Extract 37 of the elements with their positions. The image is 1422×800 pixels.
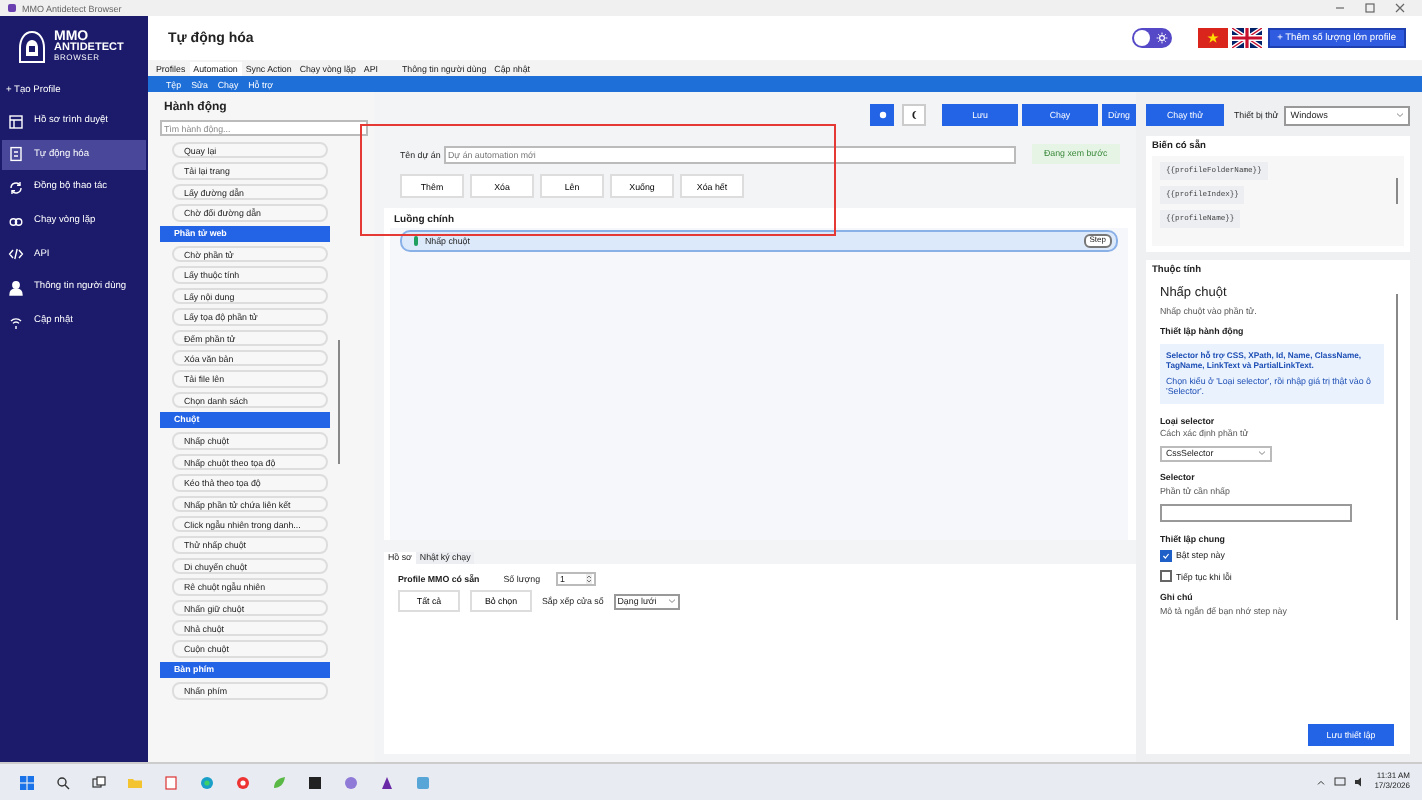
spinner-arrows-icon[interactable] <box>586 574 593 584</box>
document-icon[interactable] <box>164 775 178 789</box>
flag-icon[interactable] <box>1231 28 1262 48</box>
network-icon[interactable] <box>1334 776 1347 788</box>
sun-icon <box>1155 32 1168 44</box>
selector-field[interactable] <box>1160 504 1352 523</box>
caret-icon <box>1396 112 1404 118</box>
app-icon <box>8 4 16 12</box>
light-mode-button[interactable] <box>870 104 894 126</box>
caret-icon <box>1258 450 1266 457</box>
sun-icon <box>877 110 887 120</box>
app-icon[interactable] <box>344 775 358 789</box>
caret-icon <box>667 598 676 604</box>
minimize-icon[interactable] <box>1334 2 1346 14</box>
browser-icon <box>8 113 24 129</box>
sync-icon <box>8 179 24 196</box>
task-view-icon[interactable] <box>92 775 106 789</box>
dark-mode-button[interactable] <box>902 104 926 126</box>
moon-icon <box>909 110 919 120</box>
search-icon[interactable] <box>56 775 70 789</box>
signal-icon <box>8 313 24 330</box>
close-icon[interactable] <box>1394 2 1406 14</box>
browser-icon[interactable] <box>236 775 250 789</box>
chevron-up-icon[interactable] <box>1316 777 1327 787</box>
code-icon <box>8 246 24 263</box>
checkbox[interactable] <box>1160 549 1172 562</box>
terminal-icon[interactable] <box>308 775 322 789</box>
app-icon[interactable] <box>380 775 394 789</box>
windows-start-icon[interactable] <box>20 775 34 789</box>
document-icon <box>8 146 24 163</box>
loop-icon <box>8 213 24 230</box>
theme-toggle[interactable] <box>1131 28 1172 48</box>
maximize-icon[interactable] <box>1364 2 1376 14</box>
speaker-icon[interactable] <box>1354 776 1367 788</box>
browser-icon[interactable] <box>200 775 214 789</box>
user-icon <box>8 279 24 296</box>
checkbox[interactable] <box>1160 570 1172 583</box>
